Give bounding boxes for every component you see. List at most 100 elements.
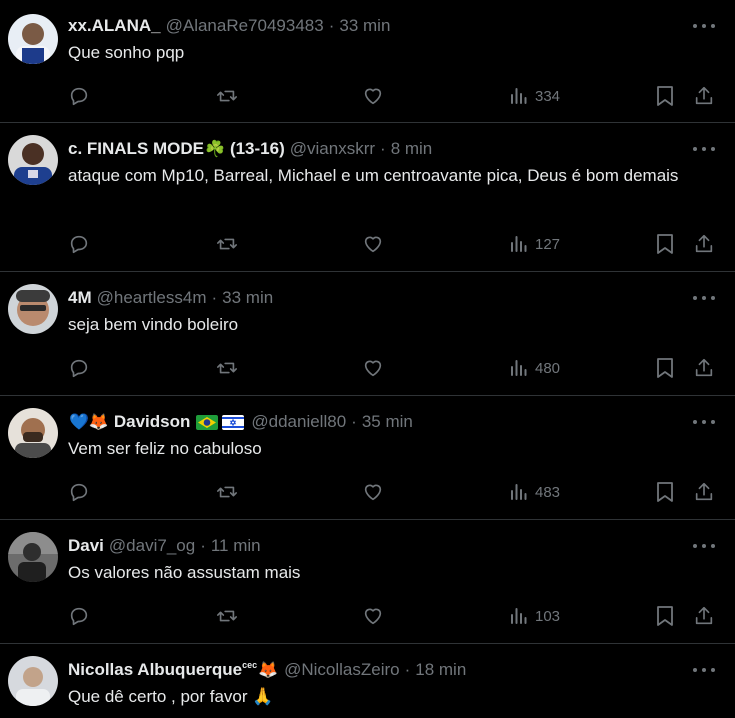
views-button[interactable]: 103: [509, 603, 560, 629]
author-name[interactable]: 4M: [68, 288, 92, 308]
repost-button[interactable]: [216, 603, 238, 629]
repost-button[interactable]: [216, 479, 238, 505]
more-icon[interactable]: [693, 536, 715, 556]
author-name[interactable]: Nicollas Albuquerque: [68, 660, 242, 680]
views-count: 334: [535, 87, 561, 105]
views-count: 127: [535, 235, 561, 253]
timestamp[interactable]: 8 min: [391, 139, 433, 159]
repost-icon: [217, 610, 237, 622]
heart-icon: [364, 608, 382, 625]
separator: ·: [404, 660, 411, 679]
israel-flag-icon: [222, 414, 245, 430]
author-name[interactable]: c. FINALS MODE: [68, 139, 204, 159]
share-button[interactable]: [693, 479, 715, 505]
avatar[interactable]: [8, 408, 58, 458]
share-icon: [695, 86, 713, 105]
like-button[interactable]: [362, 603, 384, 629]
reply-button[interactable]: [68, 355, 90, 381]
author-name[interactable]: xx.ALANA_: [68, 16, 161, 36]
author-handle[interactable]: @heartless4m: [97, 288, 207, 308]
tweet-text: Que dê certo , por favor 🙏: [68, 687, 274, 706]
tweet[interactable]: Davi @davi7_og · 11 min Os valores não a…: [0, 520, 735, 644]
avatar[interactable]: [8, 14, 58, 64]
like-button[interactable]: [362, 231, 384, 257]
repost-button[interactable]: [216, 231, 238, 257]
reply-button[interactable]: [68, 83, 90, 109]
share-button[interactable]: [693, 231, 715, 257]
tweet-header: Davi @davi7_og · 11 min: [68, 534, 675, 558]
author-name-suffix[interactable]: (13-16): [230, 139, 285, 159]
tweet[interactable]: Nicollas Albuquerque cec 🦊 @NicollasZeir…: [0, 644, 735, 718]
bookmark-icon: [657, 86, 673, 106]
fox-emoji: 🦊: [258, 662, 279, 679]
avatar[interactable]: [8, 656, 58, 706]
reply-icon: [70, 607, 88, 626]
bookmark-button[interactable]: [655, 355, 675, 381]
avatar[interactable]: [8, 135, 58, 185]
more-icon[interactable]: [693, 16, 715, 36]
tweet[interactable]: 💙🦊 Davidson @ddaniell80 · 35 min Vem ser…: [0, 396, 735, 520]
tweet[interactable]: 4M @heartless4m · 33 min seja bem vindo …: [0, 272, 735, 396]
bookmark-button[interactable]: [655, 603, 675, 629]
like-button[interactable]: [362, 355, 384, 381]
tweet-text: ataque com Mp10, Barreal, Michael e um c…: [68, 166, 679, 185]
bookmark-icon: [657, 358, 673, 378]
bookmark-button[interactable]: [655, 231, 675, 257]
reply-button[interactable]: [68, 231, 90, 257]
views-count: 483: [535, 483, 561, 501]
share-icon: [695, 482, 713, 501]
timestamp[interactable]: 11 min: [211, 536, 261, 556]
heart-fox-emoji: 💙🦊: [69, 414, 109, 431]
reply-button[interactable]: [68, 603, 90, 629]
views-button[interactable]: 334: [509, 83, 560, 109]
timestamp[interactable]: 33 min: [339, 16, 390, 36]
views-icon: [511, 360, 527, 376]
views-icon: [511, 608, 527, 624]
tweet-header: 4M @heartless4m · 33 min: [68, 286, 675, 310]
more-icon[interactable]: [693, 139, 715, 159]
views-button[interactable]: 127: [509, 231, 560, 257]
reply-button[interactable]: [68, 479, 90, 505]
share-icon: [695, 358, 713, 377]
share-button[interactable]: [693, 83, 715, 109]
timestamp[interactable]: 35 min: [362, 412, 413, 432]
reply-icon: [70, 359, 88, 378]
share-button[interactable]: [693, 603, 715, 629]
more-icon[interactable]: [693, 660, 715, 680]
timestamp[interactable]: 33 min: [222, 288, 273, 308]
author-handle[interactable]: @ddaniell80: [251, 412, 346, 432]
tweet-text: Vem ser feliz no cabuloso: [68, 439, 262, 458]
author-name[interactable]: Davidson: [114, 412, 191, 432]
heart-icon: [364, 236, 382, 253]
avatar[interactable]: [8, 284, 58, 334]
tweet[interactable]: c. FINALS MODE ☘️ (13-16) @vianxskrr · 8…: [0, 123, 735, 272]
timestamp[interactable]: 18 min: [415, 660, 466, 680]
separator: ·: [380, 139, 386, 158]
more-icon[interactable]: [693, 412, 715, 432]
author-handle[interactable]: @vianxskrr: [290, 139, 375, 159]
bookmark-button[interactable]: [655, 479, 675, 505]
tweet[interactable]: xx.ALANA_ @AlanaRe70493483 · 33 min Que …: [0, 0, 735, 123]
separator: ·: [328, 16, 335, 35]
views-button[interactable]: 483: [509, 479, 560, 505]
bookmark-button[interactable]: [655, 83, 675, 109]
avatar[interactable]: [8, 532, 58, 582]
views-button[interactable]: 480: [509, 355, 560, 381]
tweet-feed: xx.ALANA_ @AlanaRe70493483 · 33 min Que …: [0, 0, 735, 718]
shamrock-emoji: ☘️: [205, 141, 225, 158]
like-button[interactable]: [362, 479, 384, 505]
action-bar: 483: [68, 479, 715, 505]
author-name[interactable]: Davi: [68, 536, 104, 556]
bookmark-icon: [657, 606, 673, 626]
separator: ·: [351, 412, 357, 431]
repost-button[interactable]: [216, 355, 238, 381]
like-button[interactable]: [362, 83, 384, 109]
author-handle[interactable]: @AlanaRe70493483: [166, 16, 324, 36]
views-icon: [511, 236, 527, 252]
author-handle[interactable]: @davi7_og: [109, 536, 195, 556]
more-icon[interactable]: [693, 288, 715, 308]
repost-button[interactable]: [216, 83, 238, 109]
bookmark-icon: [657, 482, 673, 502]
share-button[interactable]: [693, 355, 715, 381]
author-handle[interactable]: @NicollasZeiro: [284, 660, 400, 680]
